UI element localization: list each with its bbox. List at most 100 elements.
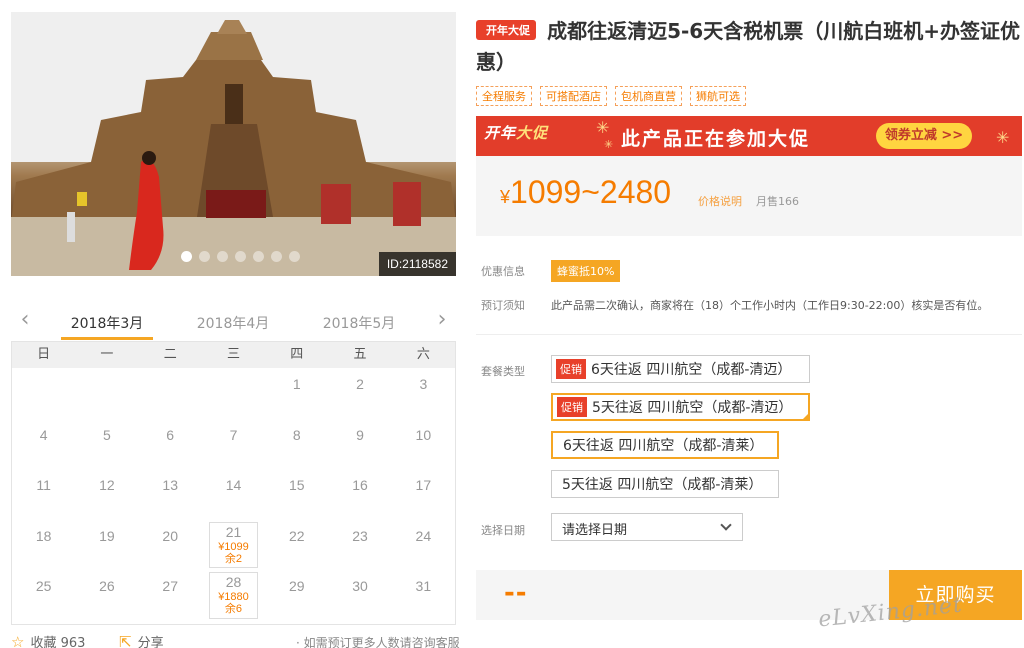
calendar-day-available[interactable]: 21 ¥1099 余2 xyxy=(202,520,265,571)
star-icon: ☆ xyxy=(11,633,25,648)
calendar-day: 10 xyxy=(392,419,455,470)
calendar-day: 13 xyxy=(139,469,202,520)
favorite-button[interactable]: ☆ 收藏 963 xyxy=(11,632,85,648)
day-number: 17 xyxy=(415,477,432,493)
carousel-dot[interactable] xyxy=(181,251,192,262)
chevron-left-icon[interactable]: ‹ xyxy=(15,307,35,333)
price-range: ¥1099~2480 xyxy=(500,174,671,211)
banner-slogan-a: 开年 xyxy=(484,124,517,142)
chevron-right-icon[interactable]: › xyxy=(432,307,452,333)
calendar-day: 19 xyxy=(75,520,138,571)
month-tab-1[interactable]: 2018年3月 xyxy=(61,313,153,333)
package-label-text: 5天往返 四川航空（成都-清迈） xyxy=(592,400,793,416)
day-number: 26 xyxy=(99,578,115,594)
month-tab-3[interactable]: 2018年5月 xyxy=(313,313,405,333)
action-bar: ☆ 收藏 963 ⇱ 分享 · 如需预订更多人数请咨询客服 xyxy=(11,632,460,648)
firework-icon: ✳ xyxy=(604,138,614,151)
calendar-day: 31 xyxy=(392,570,455,621)
day-number: 31 xyxy=(415,578,432,594)
date-select[interactable]: 请选择日期 xyxy=(551,513,743,541)
day-remaining: 余2 xyxy=(224,552,243,565)
weekday-header: 日一二三四五六 xyxy=(12,342,455,368)
day-number: 21 xyxy=(225,523,242,540)
day-number: 28 xyxy=(225,574,242,590)
day-number: 20 xyxy=(162,527,178,544)
calendar-day: 15 xyxy=(265,469,328,520)
day-number: 25 xyxy=(35,578,52,594)
notice-label: 预订须知 xyxy=(481,299,525,312)
day-number: 3 xyxy=(419,376,428,392)
calendar-day: 27 xyxy=(139,570,202,621)
package-option[interactable]: 促销 5天往返 四川航空（成都-清迈） xyxy=(551,393,810,421)
weekday-label: 五 xyxy=(353,347,367,362)
temple-photo xyxy=(11,12,456,276)
calendar-day: 9 xyxy=(328,419,391,470)
day-number: 24 xyxy=(415,527,432,544)
weekday-label: 二 xyxy=(163,347,177,362)
carousel-dot[interactable] xyxy=(253,251,264,262)
claim-coupon-button[interactable]: 领券立减 >> xyxy=(876,123,972,149)
calendar-day: 30 xyxy=(328,570,391,621)
carousel-dot[interactable] xyxy=(217,251,228,262)
discount-badge: 蜂蜜抵10% xyxy=(551,260,621,282)
calendar-day-available[interactable]: 28 ¥1880 余6 xyxy=(202,570,265,621)
calendar-day: 3 xyxy=(392,368,455,419)
carousel-dot[interactable] xyxy=(289,251,300,262)
carousel-dot[interactable] xyxy=(271,251,282,262)
calendar-day: 14 xyxy=(202,469,265,520)
product-image[interactable]: ID:2118582 xyxy=(11,12,456,276)
day-price: ¥1099 xyxy=(218,540,249,553)
carousel-dot[interactable] xyxy=(235,251,246,262)
calendar-day: 24 xyxy=(392,520,455,571)
day-number: 30 xyxy=(352,578,368,594)
calendar-empty-cell xyxy=(202,368,265,419)
calendar-empty-cell xyxy=(139,368,202,419)
package-option[interactable]: 6天往返 四川航空（成都-清莱） xyxy=(551,431,779,459)
calendar-day: 23 xyxy=(328,520,391,571)
day-number: 6 xyxy=(166,426,175,443)
day-number: 14 xyxy=(225,477,242,493)
date-select-value: 请选择日期 xyxy=(562,523,628,538)
calendar-month-nav: ‹ 2018年3月 2018年4月 2018年5月 › xyxy=(11,305,456,341)
carousel-dot[interactable] xyxy=(199,251,210,262)
total-price: -- xyxy=(504,578,528,608)
currency-symbol: ¥ xyxy=(500,187,511,207)
day-number: 23 xyxy=(352,527,368,544)
contact-note: · 如需预订更多人数请咨询客服 xyxy=(296,636,460,648)
promo-banner[interactable]: 开年大促 ✳ ✳ 此产品正在参加大促 领券立减 >> ✳ xyxy=(476,116,1022,156)
price-panel: ¥1099~2480 价格说明 月售166 xyxy=(476,156,1022,236)
promo-tag: 促销 xyxy=(556,359,586,379)
calendar-day: 18 xyxy=(12,520,75,571)
service-tags: 全程服务 可搭配酒店 包机商直营 狮航可选 xyxy=(476,86,746,106)
package-label-text: 6天往返 四川航空（成都-清迈） xyxy=(591,362,792,378)
day-remaining: 余6 xyxy=(224,603,243,615)
product-header: 开年大促 成都往返清迈5-6天含税机票（川航白班机+办签证优惠） xyxy=(476,16,1024,78)
service-tag: 狮航可选 xyxy=(690,86,746,106)
discount-label: 优惠信息 xyxy=(481,265,525,278)
chevron-down-icon xyxy=(720,519,732,531)
calendar-day: 12 xyxy=(75,469,138,520)
calendar-day: 16 xyxy=(328,469,391,520)
banner-slogan: 开年大促 xyxy=(484,122,548,143)
day-number: 11 xyxy=(36,477,51,493)
service-tag: 可搭配酒店 xyxy=(540,86,607,106)
calendar-empty-cell xyxy=(12,368,75,419)
favorite-label: 收藏 963 xyxy=(30,636,86,648)
month-tab-2[interactable]: 2018年4月 xyxy=(187,313,279,333)
promo-tag: 促销 xyxy=(557,397,587,417)
banner-headline: 此产品正在参加大促 xyxy=(621,128,811,150)
selected-check-icon xyxy=(801,412,810,421)
day-number: 19 xyxy=(99,527,115,544)
package-label-text: 6天往返 四川航空（成都-清莱） xyxy=(563,438,764,454)
calendar-day: 8 xyxy=(265,419,328,470)
price-explain-link[interactable]: 价格说明 xyxy=(698,193,742,209)
firework-icon: ✳ xyxy=(596,118,610,137)
share-button[interactable]: ⇱ 分享 xyxy=(119,632,164,648)
price-value: 1099~2480 xyxy=(510,174,672,210)
package-option[interactable]: 5天往返 四川航空（成都-清莱） xyxy=(551,470,779,498)
product-title: 成都往返清迈5-6天含税机票（川航白班机+办签证优惠） xyxy=(476,19,1020,74)
banner-slogan-b: 大促 xyxy=(516,124,549,142)
package-option[interactable]: 促销 6天往返 四川航空（成都-清迈） xyxy=(551,355,810,383)
day-number: 16 xyxy=(352,477,368,493)
calendar-grid: 1 2 3 4 5 6 7 8 9 10 11 12 13 14 15 16 17 18 19 20 21 ¥1099 余2… xyxy=(12,368,455,621)
